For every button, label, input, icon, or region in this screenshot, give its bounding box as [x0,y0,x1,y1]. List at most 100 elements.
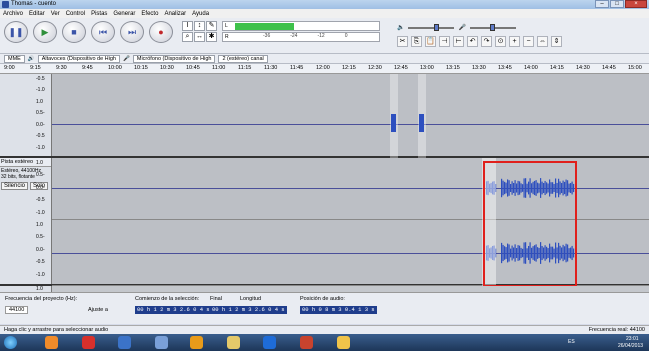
audio-position-field[interactable]: 00 h 0 8 m 3 0.4 1 3 s [300,306,377,314]
stop-button[interactable]: ■ [62,21,86,43]
mic-icon: 🎤 [458,25,466,31]
skip-end-button[interactable]: ⏭ [120,21,144,43]
folder-icon[interactable] [227,336,240,349]
recorder-icon[interactable] [300,336,313,349]
audacity-taskbar-icon[interactable] [337,336,350,349]
firefox-icon[interactable] [190,336,203,349]
zoom-out-icon[interactable]: − [523,36,534,47]
undo-icon[interactable]: ↶ [467,36,478,47]
zoom-in-icon[interactable]: + [509,36,520,47]
ruler-tick: 14:15 [550,65,564,71]
menu-ver[interactable]: Ver [51,11,60,17]
clock-date[interactable]: 26/04/2013 [618,343,643,349]
title-bar: Thomas - cuento – □ × [0,0,649,9]
meter-left-label: L [225,23,228,29]
playback-volume-slider[interactable] [408,23,455,31]
multi-tool-icon[interactable]: ✱ [206,32,217,42]
scale-label: 1.0 [36,98,43,105]
menu-editar[interactable]: Editar [29,11,45,17]
recording-volume-slider[interactable] [469,23,516,31]
explorer-icon[interactable] [155,336,168,349]
track-1-waveform[interactable] [52,74,649,158]
selection-end-field[interactable]: 00 h 1 2 m 3 2.6 0 4 s [210,306,287,314]
trim-icon[interactable]: ⊣ [439,36,450,47]
skip-start-button[interactable]: ⏮ [91,21,115,43]
scale-label: 1.0 [36,222,43,228]
ruler-tick: 12:15 [342,65,356,71]
timeshift-tool-icon[interactable]: ↔ [194,32,205,42]
ruler-tick: 13:30 [472,65,486,71]
end-radio[interactable]: Final [210,296,222,302]
playback-meter[interactable]: L R -36 -24 -12 0 [222,21,380,43]
word-icon[interactable] [118,336,131,349]
ruler-tick: 13:15 [446,65,460,71]
zoom-tool-icon[interactable]: ⌕ [182,32,193,42]
taskbar: ES 23:01 26/04/2013 [0,334,649,351]
actual-rate: Frecuencia real: 44100 [588,327,645,333]
project-rate-select[interactable]: 44100 [5,306,29,314]
sync-lock-icon[interactable]: ⊙ [495,36,506,47]
menu-ayuda[interactable]: Ayuda [192,11,209,17]
device-toolbar: MME 🔊 Altavoces (Dispositivo de High 🎤 M… [0,54,649,64]
menu-pistas[interactable]: Pistas [91,11,107,17]
opera-icon[interactable] [82,336,95,349]
ruler-tick: 12:30 [368,65,382,71]
host-select[interactable]: MME [4,54,25,63]
ruler-tick: 9:45 [82,65,93,71]
selection-start-field[interactable]: 00 h 1 2 m 3 2.6 0 4 s [135,306,212,314]
pause-button[interactable]: ❚❚ [4,21,28,43]
play-button[interactable]: ▶ [33,21,57,43]
close-button[interactable]: × [625,0,647,8]
menu-generar[interactable]: Generar [113,11,135,17]
cut-icon[interactable]: ✂ [397,36,408,47]
skype-icon[interactable] [263,336,276,349]
ruler-tick: 10:45 [186,65,200,71]
scale-label: -0.5 [36,259,45,266]
draw-tool-icon[interactable]: ✎ [206,21,217,31]
audacity-icon [2,1,9,8]
ruler-tick: 11:00 [212,65,226,71]
maximize-button[interactable]: □ [610,0,624,8]
status-hint: Haga clic y arrastre para seleccionar au… [4,327,109,333]
timeline-ruler[interactable]: 9:00 9:15 9:30 9:45 10:00 10:15 10:30 10:45 11:0… [0,64,649,74]
ruler-tick: 10:00 [108,65,122,71]
scale-label: -1.0 [36,209,45,216]
fit-project-icon[interactable]: ⇕ [551,36,562,47]
snap-to-label[interactable]: Ajuste a [88,307,108,313]
channels-select[interactable]: 2 (estéreo) canal [218,54,268,63]
menu-control[interactable]: Control [66,11,85,17]
menu-archivo[interactable]: Archivo [3,11,23,17]
ruler-tick: 11:30 [264,65,278,71]
redo-icon[interactable]: ↷ [481,36,492,47]
playback-device-select[interactable]: Altavoces (Dispositivo de High [37,54,120,63]
menu-analizar[interactable]: Analizar [164,11,186,17]
envelope-tool-icon[interactable]: ↕ [194,21,205,31]
length-radio[interactable]: Longitud [240,296,261,302]
copy-icon[interactable]: ⎘ [411,36,422,47]
centerline [52,124,649,125]
start-icon[interactable] [4,336,17,349]
tools-toolbar: I ↕ ✎ ⌕ ↔ ✱ [182,21,217,42]
scale-label: -1.0 [36,87,45,94]
meter-level-left [235,23,294,30]
track-2-control-panel[interactable]: Pista estéreo Estéreo, 44100Hz 32 bits, … [0,158,52,284]
clock-time[interactable]: 23:01 [626,336,639,342]
track-1-control-panel[interactable]: -0.5 -1.0 1.0 0.5- 0.0- -0.5 -1.0 [0,74,52,156]
paste-icon[interactable]: 📋 [425,36,436,47]
scale-label: 0.0- [36,246,45,253]
silence-icon[interactable]: ⊢ [453,36,464,47]
language-indicator[interactable]: ES [568,339,575,345]
project-rate-label: Frecuencia del proyecto (Hz): [5,296,78,302]
ruler-tick: 14:30 [576,65,590,71]
fit-selection-icon[interactable]: ⇔ [537,36,548,47]
edit-toolbar: ✂ ⎘ 📋 ⊣ ⊢ ↶ ↷ ⊙ + − ⇔ ⇕ [397,36,562,47]
menu-efecto[interactable]: Efecto [141,11,158,17]
recording-device-select[interactable]: Micrófono (Dispositivo de High [132,54,216,63]
minimize-button[interactable]: – [595,0,609,8]
mute-button[interactable]: Silencio [1,182,29,190]
record-button[interactable]: ● [149,21,173,43]
scale-label: -0.5 [36,76,45,82]
selection-tool-icon[interactable]: I [182,21,193,31]
media-app-icon[interactable] [45,336,58,349]
ruler-tick: 10:30 [160,65,174,71]
